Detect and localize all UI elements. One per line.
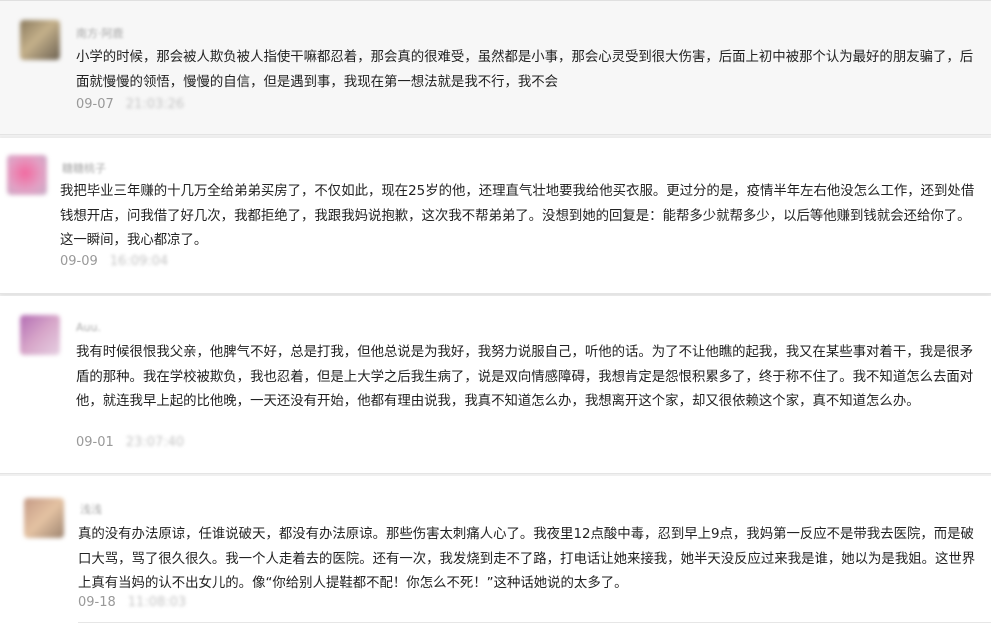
comment-text: 小学的时候，那会被人欺负被人指使干嘛都忍着，那会真的很难受，虽然都是小事，那会心… [76, 50, 974, 90]
comment-item: Auu. 我有时候很恨我父亲，他脾气不好，总是打我，但他总说是为我好，我努力说服… [0, 296, 991, 474]
comment-time: 23:07:40 [125, 435, 185, 450]
comment-meta: 09-07 21:03:26 [76, 97, 184, 112]
comment-time: 21:03:26 [125, 97, 185, 112]
avatar[interactable] [7, 155, 47, 195]
avatar[interactable] [24, 498, 64, 538]
comment-date: 09-01 [76, 435, 114, 450]
comment-date: 09-09 [60, 254, 98, 269]
comment-feed: 南方·阿鹿 小学的时候，那会被人欺负被人指使干嘛都忍着，那会真的很难受，虽然都是… [0, 0, 991, 624]
comment-date: 09-18 [78, 595, 116, 610]
username[interactable]: 南方·阿鹿 [76, 25, 124, 41]
comment-item: 南方·阿鹿 小学的时候，那会被人欺负被人指使干嘛都忍着，那会真的很难受，虽然都是… [0, 0, 991, 135]
avatar[interactable] [20, 20, 60, 60]
comment-time: 16:09:04 [109, 254, 169, 269]
comment-time: 11:08:03 [127, 595, 187, 610]
username[interactable]: 糖糖桃子 [62, 160, 106, 176]
comment-text: 真的没有办法原谅，任谁说破天，都没有办法原谅。那些伤害太刺痛人心了。我夜里12点… [78, 527, 976, 591]
comment-date: 09-07 [76, 97, 114, 112]
comment-item: 糖糖桃子 我把毕业三年赚的十几万全给弟弟买房了，不仅如此，现在25岁的他，还理直… [0, 138, 991, 294]
comment-text: 我把毕业三年赚的十几万全给弟弟买房了，不仅如此，现在25岁的他，还理直气壮地要我… [60, 184, 975, 248]
comment-item: 浅浅 真的没有办法原谅，任谁说破天，都没有办法原谅。那些伤害太刺痛人心了。我夜里… [0, 476, 991, 624]
comment-text: 我有时候很恨我父亲，他脾气不好，总是打我，但他总说是为我好，我努力说服自己，听他… [76, 345, 974, 409]
username[interactable]: 浅浅 [80, 501, 102, 517]
comment-meta: 09-18 11:08:03 [78, 595, 186, 610]
comment-meta: 09-01 23:07:40 [76, 435, 184, 450]
divider [78, 622, 991, 623]
username[interactable]: Auu. [76, 321, 101, 334]
comment-meta: 09-09 16:09:04 [60, 254, 168, 269]
avatar[interactable] [20, 315, 60, 355]
